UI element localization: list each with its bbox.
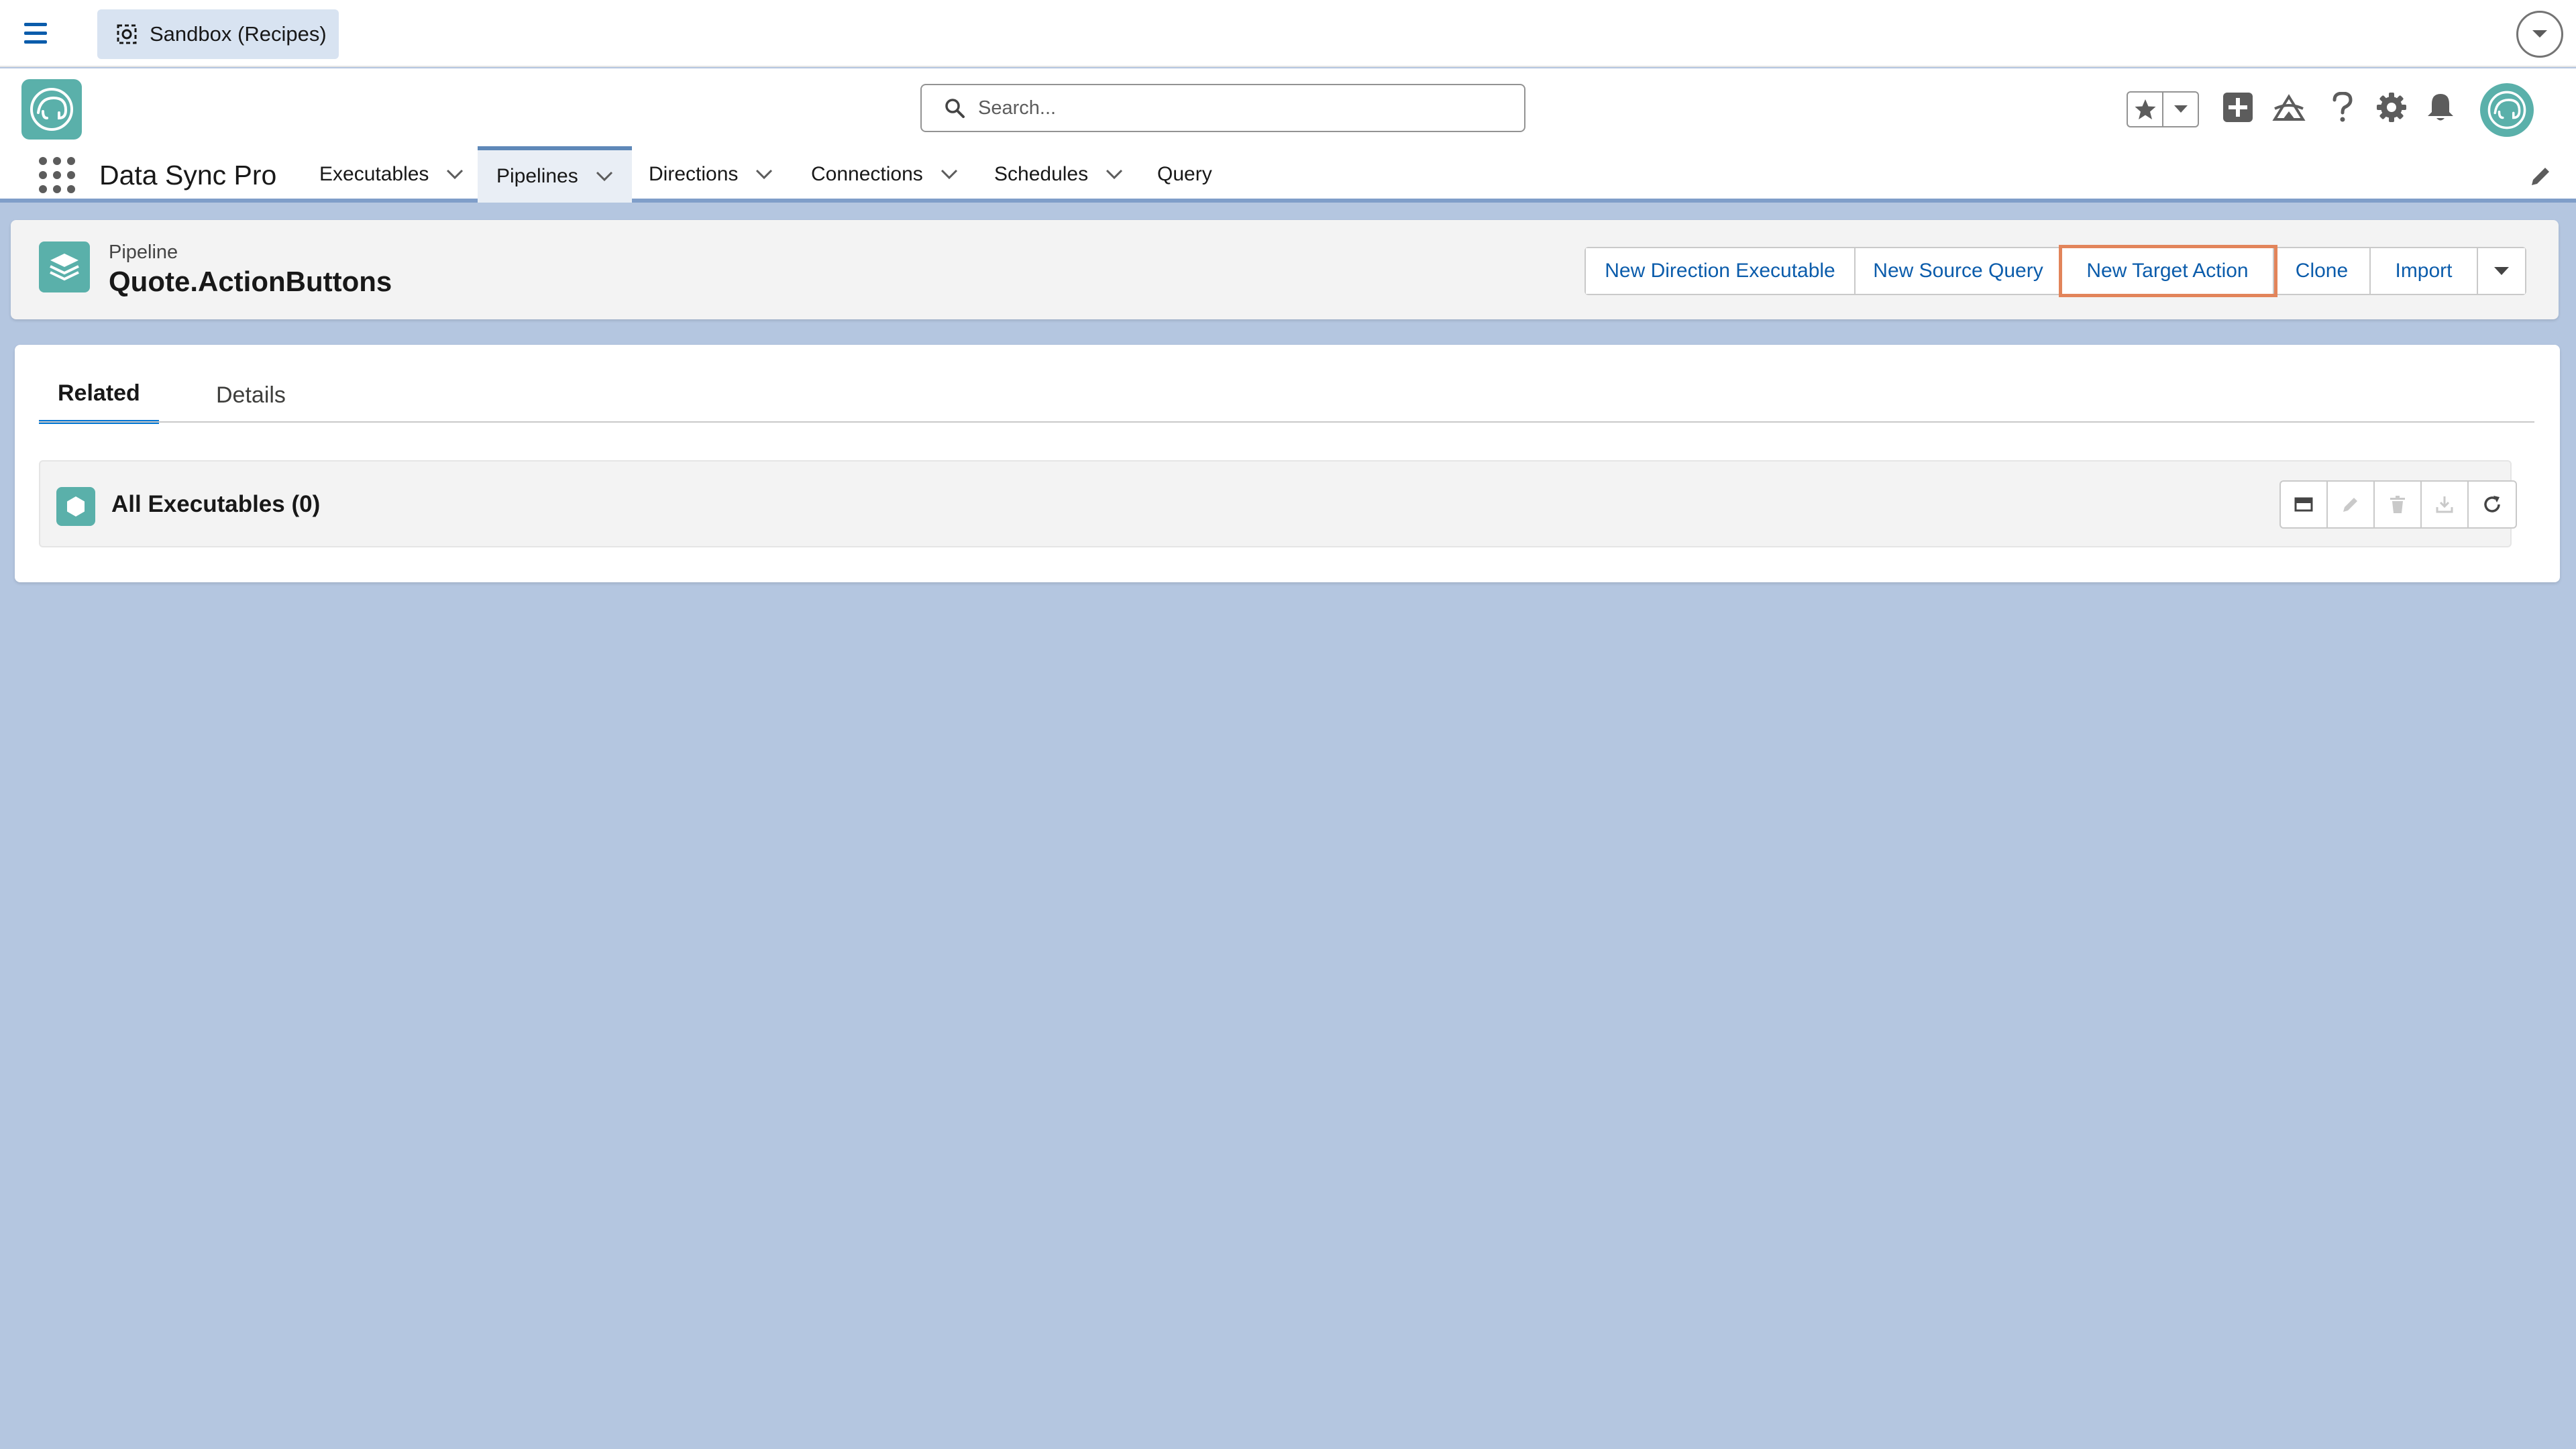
related-list-all-executables [39,460,2512,547]
trailhead-button[interactable] [2270,89,2308,126]
elephant-logo-icon [30,88,73,131]
chevron-down-icon [2494,267,2509,275]
record-actions: New Direction Executable New Source Quer… [1585,247,2526,295]
nav-item-label: Query [1157,163,1212,185]
refresh-icon [2484,496,2500,513]
nav-item-label: Executables [319,163,429,185]
record-type-label: Pipeline [109,241,178,263]
global-actions-button[interactable] [2219,89,2257,126]
search-input[interactable] [978,97,1501,119]
table-view-icon [2294,497,2313,512]
elephant-avatar-icon [2487,91,2526,129]
nav-item-executables[interactable]: Executables [319,146,464,203]
related-list-title[interactable]: All Executables (0) [111,491,320,518]
notifications-button[interactable] [2422,89,2459,126]
help-icon [2332,92,2353,122]
tabs-divider [39,421,2534,423]
tab-related[interactable]: Related [39,366,159,424]
sandbox-indicator[interactable]: Sandbox (Recipes) [97,9,339,59]
sandbox-label: Sandbox (Recipes) [150,22,327,46]
edit-button[interactable] [2328,482,2375,527]
related-list-tools [2279,480,2517,529]
download-icon [2436,496,2453,513]
nav-item-connections[interactable]: Connections [811,146,958,203]
chevron-down-icon[interactable] [941,169,958,180]
import-button[interactable]: Import [2371,248,2478,294]
edit-icon [2343,498,2357,512]
global-actions-add-icon [2223,93,2253,122]
chevron-down-icon[interactable] [446,169,464,180]
favorites-group [2127,91,2199,127]
delete-icon [2390,496,2405,513]
global-search[interactable] [920,84,1525,132]
sandbox-icon [117,24,137,44]
chevron-down-icon[interactable] [1106,169,1123,180]
setup-button[interactable] [2373,89,2410,126]
record-title: Quote.ActionButtons [109,266,392,297]
new-target-action-button[interactable]: New Target Action [2062,248,2274,294]
favorites-button[interactable] [2128,93,2162,126]
nav-item-label: Connections [811,163,923,185]
nav-item-query[interactable]: Query [1157,146,1212,203]
nav-item-label: Pipelines [496,165,578,187]
refresh-button[interactable] [2469,482,2516,527]
menu-hamburger-icon[interactable] [24,21,48,46]
nav-item-schedules[interactable]: Schedules [994,146,1123,203]
notifications-bell-icon [2428,94,2453,121]
chevron-down-icon [2532,30,2547,38]
chevron-down-icon [2174,105,2188,113]
app-launcher-icon[interactable] [39,157,75,193]
favorites-star-icon [2135,99,2155,119]
download-button[interactable] [2422,482,2469,527]
nav-item-label: Directions [649,163,739,185]
new-direction-executable-button[interactable]: New Direction Executable [1586,248,1856,294]
favorites-list-button[interactable] [2162,93,2198,126]
clone-button[interactable]: Clone [2274,248,2371,294]
tab-details[interactable]: Details [197,366,305,424]
app-name: Data Sync Pro [99,160,277,191]
chevron-down-icon[interactable] [755,169,773,180]
user-avatar[interactable] [2480,83,2534,137]
executable-hexagon-icon [56,487,95,526]
sandbox-bar [0,0,2576,67]
help-button[interactable] [2324,89,2361,126]
setup-gear-icon [2377,93,2406,122]
dropdown-circle-button[interactable] [2516,11,2563,58]
search-icon [945,99,965,118]
chevron-down-icon[interactable] [596,171,613,182]
nav-item-pipelines[interactable]: Pipelines [478,146,632,203]
pipeline-layers-icon [39,241,90,292]
org-logo[interactable] [21,79,82,140]
nav-item-label: Schedules [994,163,1089,185]
nav-item-directions[interactable]: Directions [649,146,773,203]
edit-nav-pencil-icon[interactable] [2529,165,2552,188]
more-actions-button[interactable] [2478,248,2525,294]
hexagon-icon [67,496,85,517]
table-view-button[interactable] [2281,482,2328,527]
delete-button[interactable] [2375,482,2422,527]
layers-icon [50,254,79,281]
new-source-query-button[interactable]: New Source Query [1856,248,2062,294]
trailhead-icon [2272,94,2306,121]
